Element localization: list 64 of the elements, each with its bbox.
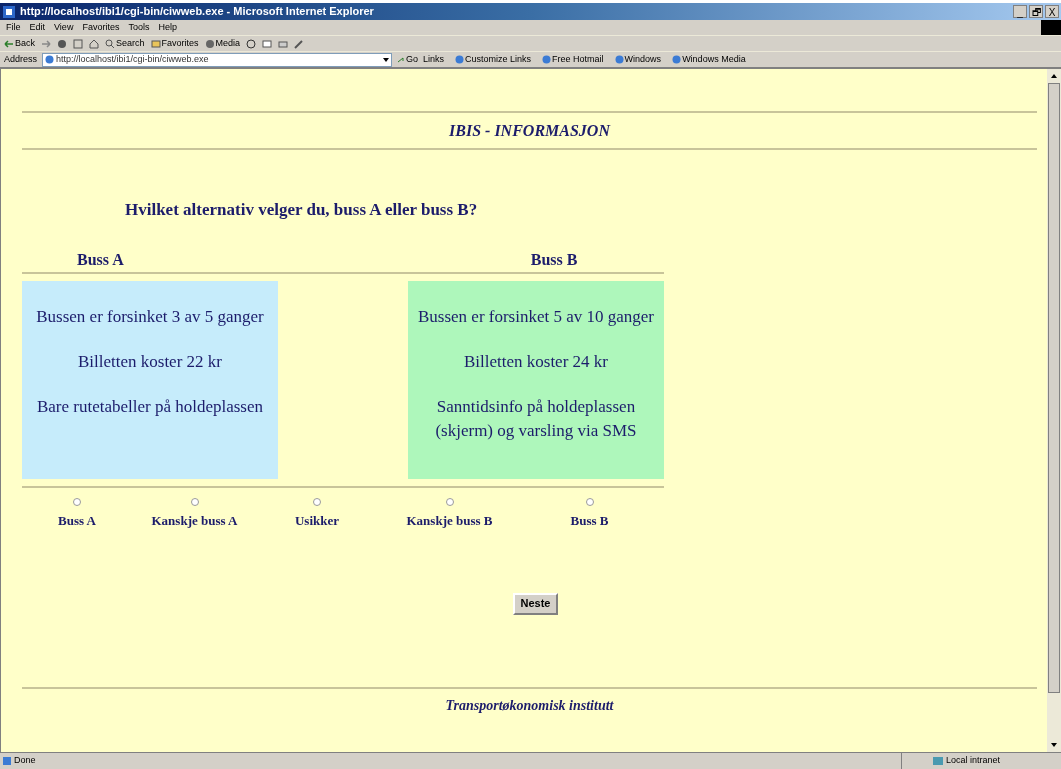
- zone-text: Local intranet: [946, 754, 1001, 768]
- radio-button[interactable]: [585, 498, 594, 506]
- toolbar-button[interactable]: Search: [105, 36, 145, 51]
- link-button[interactable]: Customize Links: [455, 52, 532, 67]
- radio-label: Kanskje buss B: [406, 512, 493, 530]
- option-text: Billetten koster 22 kr: [78, 351, 222, 373]
- toolbar-button[interactable]: Back: [4, 36, 35, 51]
- globe-icon: [542, 55, 552, 64]
- envelope-icon[interactable]: [262, 38, 273, 49]
- toolbar-button[interactable]: Favorites: [150, 36, 199, 51]
- globe-icon: [614, 55, 624, 64]
- folder-icon: [150, 38, 161, 49]
- radio-button[interactable]: [313, 498, 321, 506]
- menu-item[interactable]: Edit: [29, 20, 46, 35]
- globe-icon: [455, 55, 465, 64]
- menu-item[interactable]: View: [54, 20, 74, 35]
- radio-label: Kanskje buss A: [151, 512, 238, 530]
- link-button[interactable]: Free Hotmail: [542, 52, 604, 67]
- option-heading: Buss B: [530, 250, 578, 270]
- close-button[interactable]: X: [1045, 5, 1059, 18]
- radio-button[interactable]: [445, 498, 454, 506]
- address-field[interactable]: http://localhost/ibi1/cgi-bin/ciwweb.exe: [42, 52, 393, 67]
- toolbar-button[interactable]: Media: [204, 36, 241, 51]
- window-title: http://localhost/ibi1/cgi-bin/ciwweb.exe - Microsoft Internet Explorer: [20, 4, 374, 20]
- question-text: Hvilket alternativ velger du, buss A eller buss B?: [124, 200, 479, 220]
- page-icon: [2, 756, 12, 766]
- go-button[interactable]: Go: [397, 52, 419, 67]
- link-button[interactable]: Windows: [614, 52, 662, 67]
- globe-icon: [672, 55, 682, 64]
- option-text: Bussen er forsinket 5 av 10 ganger: [417, 306, 655, 328]
- page-icon: [45, 55, 55, 64]
- minimize-button[interactable]: _: [1013, 5, 1027, 18]
- option-heading: Buss A: [77, 250, 124, 270]
- network-icon: [932, 756, 944, 766]
- menu-item[interactable]: File: [6, 20, 21, 35]
- footer-text: Transportøkonomisk institutt: [444, 697, 615, 714]
- ie-logo-icon: [2, 4, 16, 19]
- scrollbar[interactable]: [1047, 69, 1061, 752]
- option-text: Bussen er forsinket 3 av 5 ganger: [36, 306, 264, 328]
- search-icon: [105, 38, 115, 49]
- links-label: Links: [423, 52, 445, 66]
- address-label: Address: [4, 52, 38, 66]
- forward-arrow-icon[interactable]: [41, 38, 51, 49]
- menu-item[interactable]: Tools: [128, 20, 150, 35]
- dropdown-arrow-icon[interactable]: [383, 57, 390, 62]
- radio-label: Buss B: [570, 512, 609, 530]
- option-text: Sanntidsinfo på holdeplassen (skjerm) og varsling via SMS: [434, 396, 638, 442]
- menu-item[interactable]: Favorites: [82, 20, 120, 35]
- page-header: IBIS - INFORMASJON: [448, 122, 612, 140]
- back-arrow-icon: [4, 38, 14, 49]
- scrollbar-thumb[interactable]: [1048, 83, 1060, 693]
- restore-button[interactable]: 🗗: [1029, 5, 1043, 18]
- link-button[interactable]: Windows Media: [672, 52, 746, 67]
- house-icon[interactable]: [89, 38, 99, 49]
- radio-button[interactable]: [190, 498, 199, 506]
- radio-button[interactable]: [73, 498, 81, 506]
- option-text: Billetten koster 24 kr: [464, 351, 608, 373]
- next-button[interactable]: Neste: [512, 592, 559, 615]
- status-text: Done: [14, 754, 36, 768]
- pencil-icon[interactable]: [294, 38, 305, 49]
- radio-label: Buss A: [58, 512, 96, 530]
- menu-item[interactable]: Help: [158, 20, 177, 35]
- option-text: Bare rutetabeller på holdeplassen: [36, 396, 264, 418]
- radio-label: Usikker: [294, 512, 340, 530]
